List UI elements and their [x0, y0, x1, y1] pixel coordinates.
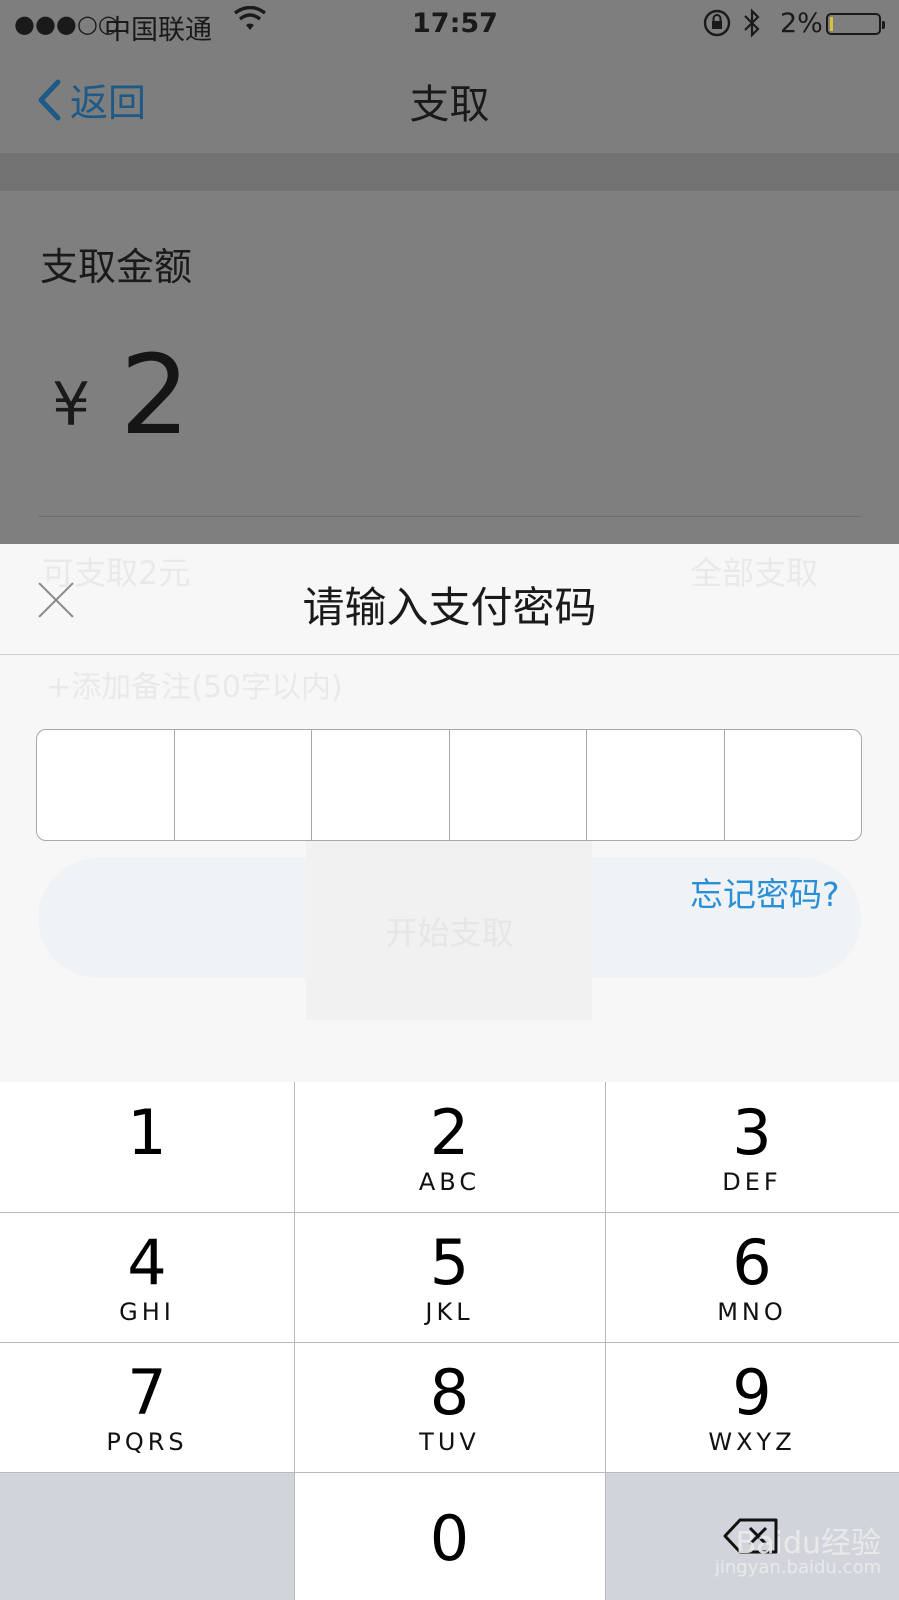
wifi-icon — [233, 5, 267, 39]
keypad-row-divider — [0, 1342, 899, 1343]
key-digit: 8 — [429, 1356, 470, 1429]
signal-strength: ●●●○○ — [14, 10, 119, 38]
key-digit: 5 — [429, 1226, 470, 1299]
amount-input[interactable]: 2 — [120, 340, 190, 450]
keypad-column-divider — [605, 1082, 606, 1600]
password-digit-cell — [312, 730, 450, 840]
key-2[interactable]: 2 ABC — [294, 1082, 605, 1212]
password-digit-cell — [37, 730, 175, 840]
key-letters: PQRS — [106, 1428, 188, 1456]
section-separator — [0, 153, 899, 191]
key-1[interactable]: 1 — [0, 1082, 294, 1212]
key-6[interactable]: 6 MNO — [605, 1212, 899, 1342]
password-digit-cell — [725, 730, 862, 840]
amount-label: 支取金额 — [40, 245, 193, 289]
key-8[interactable]: 8 TUV — [294, 1342, 605, 1472]
key-digit: 0 — [429, 1502, 470, 1575]
password-digit-cell — [587, 730, 725, 840]
status-bar: ●●●○○ 中国联通 17:57 2% — [0, 0, 899, 48]
page-title: 支取 — [409, 82, 490, 128]
forgot-password-link[interactable]: 忘记密码? — [690, 868, 840, 916]
key-digit: 7 — [127, 1356, 167, 1429]
clock: 17:57 — [412, 8, 498, 39]
keypad-column-divider — [294, 1082, 295, 1600]
password-digit-cell — [175, 730, 312, 840]
battery-percent: 2% — [780, 8, 823, 39]
key-letters: DEF — [722, 1168, 782, 1196]
key-3[interactable]: 3 DEF — [605, 1082, 899, 1212]
keypad-blank-key — [0, 1472, 294, 1600]
sheet-title: 请输入支付密码 — [302, 583, 597, 632]
bluetooth-icon — [742, 7, 762, 46]
keypad-row-divider — [0, 1472, 899, 1473]
key-digit: 4 — [127, 1226, 167, 1299]
key-letters: ABC — [418, 1168, 481, 1196]
key-5[interactable]: 5 JKL — [294, 1212, 605, 1342]
rotation-lock-icon — [702, 8, 732, 45]
watermark: Baidu经验 jingyan.baidu.com — [714, 1525, 881, 1579]
key-4[interactable]: 4 GHI — [0, 1212, 294, 1342]
divider — [38, 516, 861, 517]
battery-icon — [826, 13, 885, 35]
key-letters: GHI — [119, 1298, 175, 1326]
key-7[interactable]: 7 PQRS — [0, 1342, 294, 1472]
key-digit: 2 — [429, 1096, 470, 1169]
key-digit: 3 — [732, 1096, 772, 1169]
key-letters: WXYZ — [708, 1428, 796, 1456]
watermark-brand: Baidu经验 — [735, 1525, 881, 1561]
carrier-name: 中国联通 — [104, 15, 212, 46]
key-9[interactable]: 9 WXYZ — [605, 1342, 899, 1472]
currency-symbol: ¥ — [52, 370, 91, 440]
key-letters: TUV — [419, 1428, 480, 1456]
key-digit: 6 — [732, 1226, 772, 1299]
sheet-divider — [0, 654, 899, 655]
key-letters: JKL — [425, 1298, 474, 1326]
note-field: +添加备注(50字以内) — [46, 670, 343, 705]
key-0[interactable]: 0 — [294, 1472, 605, 1600]
key-digit: 1 — [127, 1096, 167, 1169]
password-input[interactable] — [36, 729, 862, 841]
watermark-url: jingyan.baidu.com — [714, 1557, 881, 1579]
numeric-keypad: 1 2 ABC 3 DEF 4 GHI 5 JKL 6 MNO 7 PQRS 8 TUV 9 WXYZ 0 — [0, 1082, 899, 1600]
key-letters: MNO — [717, 1298, 787, 1326]
key-digit: 9 — [732, 1356, 772, 1429]
password-digit-cell — [450, 730, 587, 840]
keypad-row-divider — [0, 1212, 899, 1213]
